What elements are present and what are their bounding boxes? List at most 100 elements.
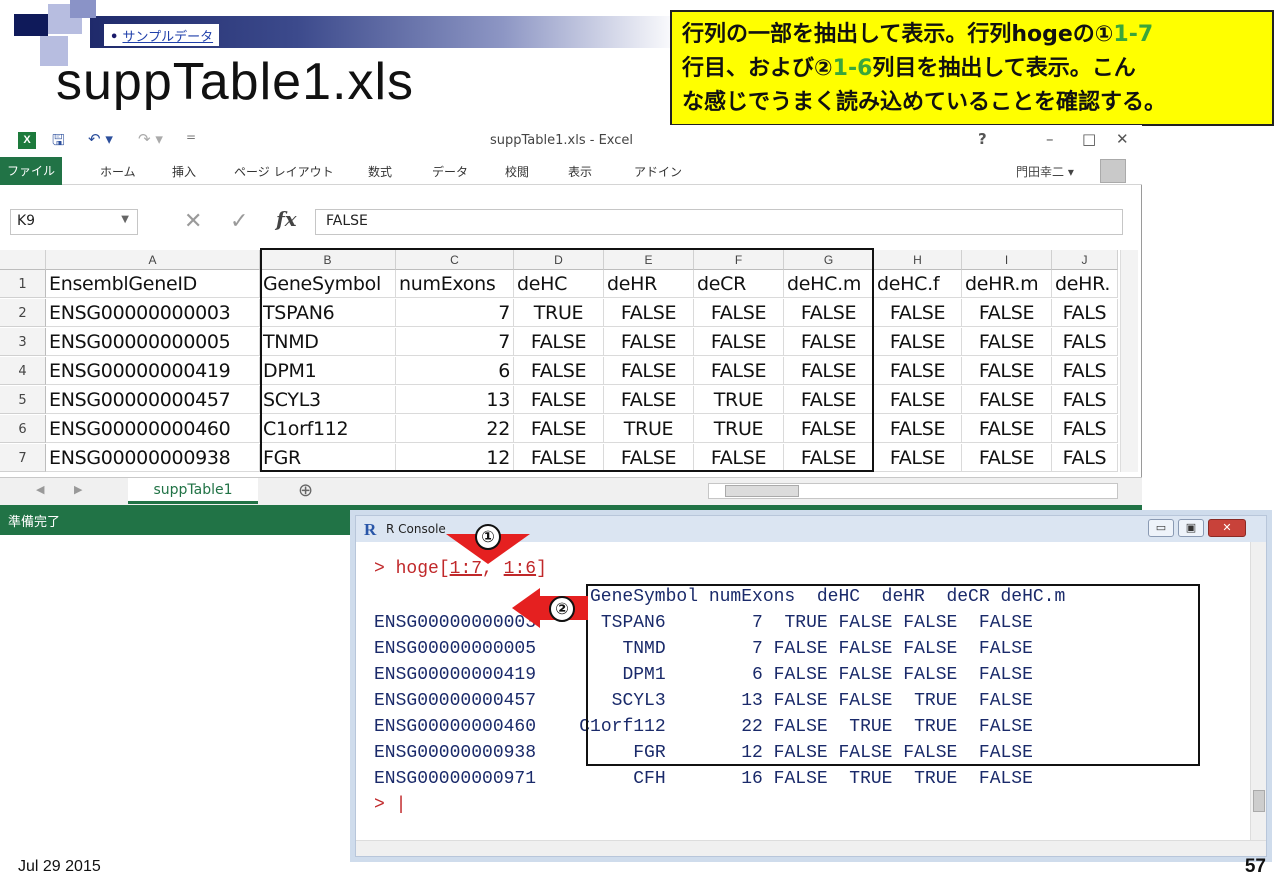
table-cell[interactable]: TSPAN6 — [260, 299, 396, 327]
tab-insert[interactable]: 挿入 — [172, 163, 196, 180]
table-cell[interactable]: FALS — [1052, 357, 1118, 385]
scroll-left-icon[interactable]: ◀ — [36, 483, 44, 496]
tab-formulas[interactable]: 数式 — [368, 163, 392, 180]
close-button[interactable]: ✕ — [1116, 130, 1129, 148]
table-cell[interactable]: EnsemblGeneID — [46, 270, 260, 298]
table-cell[interactable]: FALSE — [962, 299, 1052, 327]
table-cell[interactable]: ENSG00000000419 — [46, 357, 260, 385]
table-cell[interactable]: FALSE — [962, 357, 1052, 385]
restore-button[interactable]: □ — [1082, 130, 1096, 148]
table-cell[interactable]: 7 — [396, 299, 514, 327]
table-cell[interactable]: FALSE — [604, 328, 694, 356]
cancel-icon[interactable]: ✕ — [184, 209, 202, 234]
enter-icon[interactable]: ✓ — [230, 209, 248, 234]
table-cell[interactable]: FALSE — [874, 299, 962, 327]
table-cell[interactable]: deHR — [604, 270, 694, 298]
horizontal-scrollbar[interactable] — [356, 840, 1266, 856]
row-header[interactable]: 4 — [0, 357, 46, 385]
sheet-tab[interactable]: suppTable1 — [128, 478, 258, 504]
table-cell[interactable]: deHC — [514, 270, 604, 298]
table-cell[interactable]: TRUE — [604, 415, 694, 443]
column-header-i[interactable]: I — [962, 250, 1052, 270]
name-box[interactable]: K9 ▼ — [10, 209, 138, 235]
table-cell[interactable]: FALSE — [694, 299, 784, 327]
table-cell[interactable]: FALS — [1052, 299, 1118, 327]
row-header[interactable]: 6 — [0, 415, 46, 443]
table-cell[interactable]: FGR — [260, 444, 396, 472]
table-cell[interactable]: FALSE — [514, 444, 604, 472]
tab-view[interactable]: 表示 — [568, 163, 592, 180]
minimize-button[interactable]: – — [1046, 130, 1054, 148]
tab-file[interactable]: ファイル — [0, 157, 62, 185]
console-input[interactable]: > | — [374, 792, 406, 818]
maximize-button[interactable]: ▣ — [1178, 519, 1204, 537]
customize-qat-icon[interactable]: = — [186, 130, 196, 144]
table-cell[interactable]: FALSE — [874, 328, 962, 356]
table-cell[interactable]: FALS — [1052, 415, 1118, 443]
scroll-thumb[interactable] — [725, 485, 799, 497]
table-cell[interactable]: FALSE — [784, 386, 874, 414]
table-cell[interactable]: deCR — [694, 270, 784, 298]
table-cell[interactable]: FALSE — [784, 444, 874, 472]
close-button[interactable]: ✕ — [1208, 519, 1246, 537]
table-cell[interactable]: FALSE — [604, 299, 694, 327]
column-header-g[interactable]: G — [784, 250, 874, 270]
table-cell[interactable]: TRUE — [514, 299, 604, 327]
table-cell[interactable]: 7 — [396, 328, 514, 356]
table-cell[interactable]: FALSE — [604, 444, 694, 472]
table-cell[interactable]: deHR.m — [962, 270, 1052, 298]
table-cell[interactable]: FALSE — [962, 444, 1052, 472]
table-cell[interactable]: deHR. — [1052, 270, 1118, 298]
horizontal-scrollbar[interactable] — [708, 483, 1118, 499]
table-cell[interactable]: FALSE — [514, 357, 604, 385]
column-header-h[interactable]: H — [874, 250, 962, 270]
table-cell[interactable]: FALS — [1052, 386, 1118, 414]
vertical-scrollbar[interactable] — [1250, 542, 1266, 842]
table-cell[interactable]: FALSE — [604, 386, 694, 414]
tab-review[interactable]: 校閲 — [505, 163, 529, 180]
table-cell[interactable]: ENSG00000000005 — [46, 328, 260, 356]
user-account[interactable]: 門田幸二 ▾ — [1016, 163, 1074, 180]
row-header[interactable]: 3 — [0, 328, 46, 356]
table-cell[interactable]: TRUE — [694, 386, 784, 414]
scroll-thumb[interactable] — [1253, 790, 1265, 812]
select-all-corner[interactable] — [0, 250, 46, 270]
scroll-right-icon[interactable]: ▶ — [74, 483, 82, 496]
table-cell[interactable]: GeneSymbol — [260, 270, 396, 298]
column-header-a[interactable]: A — [46, 250, 260, 270]
column-header-d[interactable]: D — [514, 250, 604, 270]
table-cell[interactable]: FALSE — [784, 299, 874, 327]
table-cell[interactable]: FALSE — [874, 357, 962, 385]
table-cell[interactable]: FALSE — [514, 386, 604, 414]
table-cell[interactable]: FALSE — [784, 328, 874, 356]
table-cell[interactable]: FALSE — [604, 357, 694, 385]
table-cell[interactable]: FALSE — [784, 357, 874, 385]
table-cell[interactable]: FALSE — [874, 386, 962, 414]
add-sheet-icon[interactable]: ⊕ — [298, 480, 313, 501]
table-cell[interactable]: FALSE — [874, 444, 962, 472]
column-header-b[interactable]: B — [260, 250, 396, 270]
table-cell[interactable]: FALS — [1052, 328, 1118, 356]
row-header[interactable]: 2 — [0, 299, 46, 327]
table-cell[interactable]: FALSE — [874, 415, 962, 443]
table-cell[interactable]: 12 — [396, 444, 514, 472]
formula-input[interactable]: FALSE — [315, 209, 1123, 235]
table-cell[interactable]: FALSE — [962, 415, 1052, 443]
tab-data[interactable]: データ — [432, 163, 468, 180]
column-header-f[interactable]: F — [694, 250, 784, 270]
table-cell[interactable]: FALSE — [694, 357, 784, 385]
table-cell[interactable]: ENSG00000000460 — [46, 415, 260, 443]
console-output[interactable]: > hoge[1:7, 1:6] GeneSymbol numExons deH… — [356, 542, 1252, 842]
undo-icon[interactable]: ↶ ▾ — [88, 130, 113, 148]
row-header[interactable]: 5 — [0, 386, 46, 414]
redo-icon[interactable]: ↷ ▾ — [138, 130, 163, 148]
table-cell[interactable]: FALS — [1052, 444, 1118, 472]
column-header-c[interactable]: C — [396, 250, 514, 270]
table-cell[interactable]: DPM1 — [260, 357, 396, 385]
table-cell[interactable]: FALSE — [514, 415, 604, 443]
table-cell[interactable]: deHC.f — [874, 270, 962, 298]
tab-home[interactable]: ホーム — [100, 163, 136, 180]
minimize-button[interactable]: ▭ — [1148, 519, 1174, 537]
table-cell[interactable]: FALSE — [962, 386, 1052, 414]
table-cell[interactable]: 6 — [396, 357, 514, 385]
